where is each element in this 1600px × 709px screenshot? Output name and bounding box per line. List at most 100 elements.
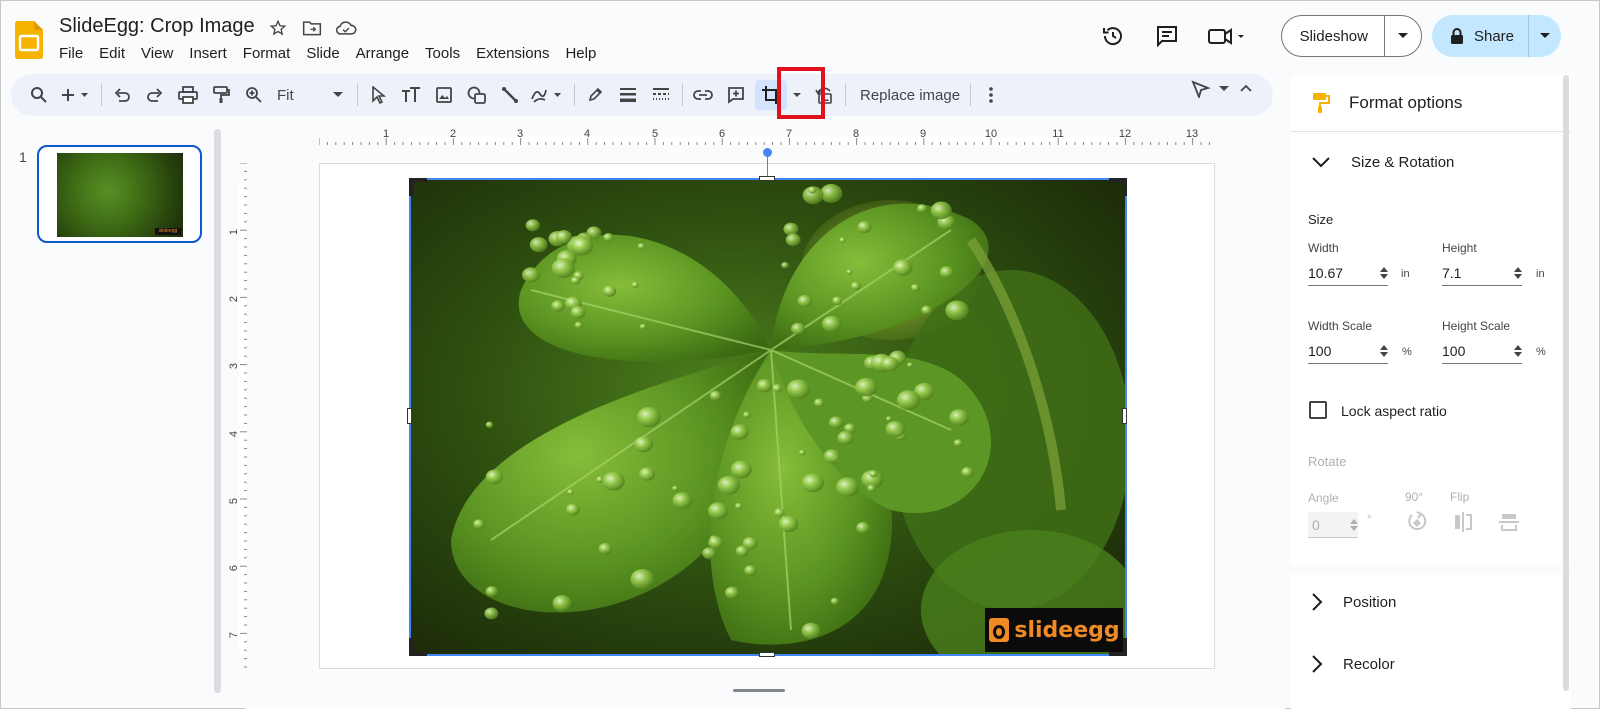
share-dropdown-icon[interactable]	[1529, 33, 1561, 39]
add-comment-icon[interactable]	[722, 80, 750, 110]
crop-handle-top-right[interactable]	[1109, 178, 1127, 196]
comments-icon[interactable]	[1147, 16, 1187, 56]
thumbnail-image: slideegg	[57, 153, 183, 237]
slideshow-button[interactable]: Slideshow	[1282, 16, 1385, 56]
zoom-icon[interactable]	[240, 80, 268, 110]
crop-handle-top[interactable]	[759, 176, 775, 181]
insert-link-icon[interactable]	[689, 80, 717, 110]
pen-icon[interactable]	[581, 80, 609, 110]
width-scale-label: Width Scale	[1308, 319, 1373, 333]
rotate-90-label: 90°	[1405, 490, 1424, 504]
border-color-icon[interactable]	[529, 80, 567, 110]
size-rotation-section-toggle[interactable]: Size & Rotation	[1291, 132, 1571, 192]
menu-format[interactable]: Format	[243, 45, 299, 62]
menu-slide[interactable]: Slide	[306, 45, 347, 62]
replace-image-button[interactable]: Replace image	[852, 87, 968, 104]
rotate-handle[interactable]	[763, 148, 772, 157]
menu-arrange[interactable]: Arrange	[356, 45, 417, 62]
share-button-group: Share	[1431, 15, 1561, 57]
menu-extensions[interactable]: Extensions	[476, 45, 557, 62]
format-paint-icon	[1313, 92, 1330, 113]
menu-bar: File Edit View Insert Format Slide Arran…	[59, 45, 612, 62]
redo-icon[interactable]	[141, 80, 169, 110]
slide-thumbnail[interactable]: slideegg	[37, 145, 202, 243]
move-folder-icon[interactable]	[301, 17, 323, 39]
canvas-scrollbar[interactable]	[733, 689, 785, 692]
line-icon[interactable]	[496, 80, 524, 110]
selected-image[interactable]: slideegg	[409, 178, 1127, 656]
border-weight-icon[interactable]	[614, 80, 642, 110]
star-icon[interactable]	[267, 17, 289, 39]
flip-horizontal-icon[interactable]	[1451, 510, 1475, 539]
slides-app: SlideEgg: Crop Image File Edit View Inse…	[0, 0, 1600, 709]
menu-view[interactable]: View	[141, 45, 181, 62]
collapse-toolbar-icon[interactable]	[1239, 80, 1253, 98]
height-label: Height	[1442, 241, 1477, 255]
select-arrow-icon[interactable]	[364, 80, 392, 110]
size-rotation-title: Size & Rotation	[1351, 153, 1455, 171]
crop-handle-right[interactable]	[1122, 408, 1127, 424]
ruler-h-8: 8	[853, 128, 859, 140]
shape-icon[interactable]	[463, 80, 491, 110]
menu-file[interactable]: File	[59, 45, 91, 62]
angle-value: 0	[1312, 516, 1320, 533]
ruler-h-2: 2	[450, 128, 456, 140]
ruler-h-4: 4	[584, 128, 590, 140]
rotate-90-icon[interactable]	[1405, 510, 1429, 539]
text-box-icon[interactable]	[397, 80, 425, 110]
crop-handle-bottom[interactable]	[759, 652, 775, 657]
editing-mode-pointer-icon[interactable]	[1191, 80, 1229, 98]
width-scale-unit: %	[1402, 346, 1412, 358]
chevron-right-icon	[1312, 593, 1323, 611]
search-menus-icon[interactable]	[25, 80, 53, 110]
border-dash-icon[interactable]	[647, 80, 675, 110]
more-options-icon[interactable]	[977, 80, 1005, 110]
ruler-h-7: 7	[786, 128, 792, 140]
zoom-select[interactable]: Fit	[273, 87, 347, 104]
height-scale-unit: %	[1536, 346, 1546, 358]
ruler-h-9: 9	[920, 128, 926, 140]
recolor-section-toggle[interactable]: Recolor	[1291, 634, 1571, 694]
share-button[interactable]: Share	[1432, 15, 1529, 57]
menu-edit[interactable]: Edit	[99, 45, 133, 62]
insert-image-icon[interactable]	[430, 80, 458, 110]
print-icon[interactable]	[174, 80, 202, 110]
menu-tools[interactable]: Tools	[425, 45, 468, 62]
thumbnail-watermark: slideegg	[155, 228, 181, 235]
panel-scrollbar[interactable]	[1563, 75, 1569, 691]
paint-format-icon[interactable]	[207, 80, 235, 110]
crop-handle-top-left[interactable]	[409, 178, 427, 196]
undo-icon[interactable]	[108, 80, 136, 110]
new-slide-icon[interactable]	[58, 80, 94, 110]
ruler-h-6: 6	[719, 128, 725, 140]
cloud-saved-icon[interactable]	[335, 17, 357, 39]
document-title[interactable]: SlideEgg: Crop Image	[59, 15, 255, 38]
width-unit: in	[1401, 268, 1410, 280]
height-field[interactable]: 7.1	[1442, 260, 1522, 286]
slides-logo-icon[interactable]	[15, 21, 43, 59]
width-field[interactable]: 10.67	[1308, 260, 1388, 286]
width-scale-field[interactable]: 100	[1308, 338, 1388, 364]
slideshow-dropdown-icon[interactable]	[1385, 33, 1421, 39]
height-scale-field[interactable]: 100	[1442, 338, 1522, 364]
ruler-v-2: 2	[229, 296, 240, 302]
chevron-right-icon	[1312, 655, 1323, 673]
lock-aspect-checkbox[interactable]	[1309, 401, 1327, 419]
filmstrip-scrollbar[interactable]	[214, 129, 221, 693]
slide-number: 1	[19, 149, 27, 165]
meet-camera-icon[interactable]	[1201, 16, 1253, 56]
flip-vertical-icon[interactable]	[1497, 510, 1521, 539]
version-history-icon[interactable]	[1093, 16, 1133, 56]
crop-handle-bottom-right[interactable]	[1109, 638, 1127, 656]
slideegg-logo-icon	[989, 618, 1010, 642]
angle-field[interactable]: 0	[1308, 512, 1358, 538]
ruler-v-1: 1	[229, 229, 240, 235]
width-scale-value: 100	[1308, 342, 1332, 359]
horizontal-ruler: 1 2 3 4 5 6 7 8 9 10 11 12 13	[319, 127, 1215, 145]
position-section-toggle[interactable]: Position	[1291, 572, 1571, 632]
menu-help[interactable]: Help	[565, 45, 604, 62]
crop-handle-bottom-left[interactable]	[409, 638, 427, 656]
lock-aspect-label: Lock aspect ratio	[1341, 403, 1447, 419]
crop-handle-left[interactable]	[407, 408, 412, 424]
menu-insert[interactable]: Insert	[189, 45, 235, 62]
